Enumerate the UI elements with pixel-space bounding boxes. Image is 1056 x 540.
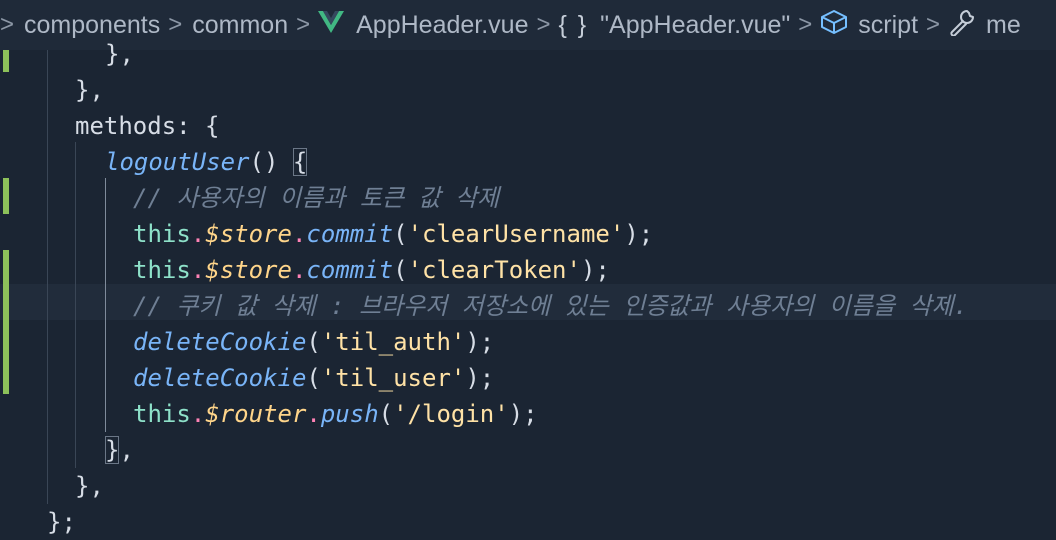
code-line: deleteCookie('til_user');: [133, 360, 494, 396]
chevron-right-icon: >: [926, 11, 941, 38]
code-token-dot: .: [291, 256, 307, 284]
code-line: methods: {: [75, 108, 220, 144]
matching-bracket: }: [105, 436, 120, 464]
code-line: };: [47, 504, 76, 540]
chevron-right-icon: >: [798, 11, 813, 38]
code-token-string: 'til_auth': [320, 328, 466, 356]
code-line: },: [105, 36, 134, 72]
code-token-function: deleteCookie: [133, 364, 307, 392]
code-token-property: $store: [205, 220, 292, 248]
code-token: );: [624, 220, 654, 248]
code-line: // 쿠키 값 삭제 : 브라우저 저장소에 있는 인증값과 사용자의 이름을 …: [133, 288, 968, 324]
code-token: (): [249, 148, 293, 176]
breadcrumb-item-common[interactable]: common: [190, 11, 290, 40]
breadcrumb-item-file[interactable]: AppHeader.vue: [354, 11, 530, 40]
code-token-function: deleteCookie: [133, 328, 307, 356]
code-token: };: [47, 508, 76, 536]
code-token-this: this: [133, 220, 191, 248]
code-token: (: [306, 364, 321, 392]
code-line: },: [75, 72, 104, 108]
code-token-function: commit: [306, 220, 394, 248]
code-line: logoutUser() {: [105, 144, 308, 180]
indent-guide: [75, 142, 76, 468]
chevron-right-icon: >: [0, 11, 15, 38]
code-token: (: [393, 220, 408, 248]
code-token-function: logoutUser: [105, 148, 250, 176]
breadcrumb-item-module[interactable]: "AppHeader.vue": [598, 11, 792, 40]
cube-icon: [820, 9, 848, 42]
code-token-dot: .: [190, 220, 206, 248]
code-token-dot: .: [291, 220, 307, 248]
code-line: this.$store.commit('clearUsername');: [133, 216, 653, 252]
git-added-marker: [3, 50, 9, 72]
git-added-marker: [3, 250, 9, 394]
code-token-string: 'til_user': [320, 364, 466, 392]
code-token: (: [306, 328, 321, 356]
chevron-right-icon: >: [296, 11, 311, 38]
code-token-string: '/login': [393, 400, 509, 428]
chevron-right-icon: >: [536, 11, 551, 38]
breadcrumb-item-methods[interactable]: me: [984, 11, 1023, 40]
code-token-function: commit: [306, 256, 394, 284]
code-token: );: [508, 400, 538, 428]
code-line: },: [105, 432, 134, 468]
code-token-this: this: [133, 256, 191, 284]
code-token: );: [465, 328, 495, 356]
code-token-property: $router: [205, 400, 307, 428]
code-line: },: [75, 468, 104, 504]
code-token: },: [75, 76, 104, 104]
code-token-string: 'clearUsername': [407, 220, 625, 248]
indent-guide: [47, 50, 48, 504]
code-token: },: [75, 472, 104, 500]
code-token: ,: [119, 436, 134, 464]
code-line: this.$store.commit('clearToken');: [133, 252, 610, 288]
matching-bracket: {: [292, 148, 308, 176]
code-comment: // 쿠키 값 삭제 : 브라우저 저장소에 있는 인증값과 사용자의 이름을 …: [133, 292, 968, 320]
code-token: );: [580, 256, 610, 284]
git-added-marker: [3, 178, 9, 214]
braces-icon: { }: [558, 10, 589, 39]
code-editor[interactable]: }, }, methods: { logoutUser() { // 사용자의 …: [0, 40, 1056, 536]
breadcrumb-item-components[interactable]: components: [22, 11, 162, 40]
breadcrumb-item-script[interactable]: script: [856, 11, 920, 40]
wrench-icon: [948, 8, 976, 43]
code-token-property: $store: [205, 256, 292, 284]
breadcrumb: > components > common > AppHeader.vue > …: [0, 0, 1056, 50]
code-token: (: [378, 400, 394, 428]
code-token-dot: .: [190, 256, 206, 284]
code-token: },: [105, 40, 134, 68]
indent-guide-active: [105, 178, 106, 432]
code-token-this: this: [133, 400, 191, 428]
code-token: );: [465, 364, 495, 392]
code-line: deleteCookie('til_auth');: [133, 324, 494, 360]
code-token-dot: .: [306, 400, 321, 428]
code-token: methods: {: [75, 112, 220, 140]
code-token-function: push: [320, 400, 379, 428]
code-comment: // 사용자의 이름과 토큰 값 삭제: [133, 184, 500, 212]
code-token-string: 'clearToken': [407, 256, 581, 284]
code-token: (: [393, 256, 408, 284]
code-token-dot: .: [190, 400, 206, 428]
chevron-right-icon: >: [168, 11, 183, 38]
vue-logo-icon: [318, 10, 345, 40]
code-line: // 사용자의 이름과 토큰 값 삭제: [133, 180, 499, 216]
code-line: this.$router.push('/login');: [133, 396, 538, 432]
